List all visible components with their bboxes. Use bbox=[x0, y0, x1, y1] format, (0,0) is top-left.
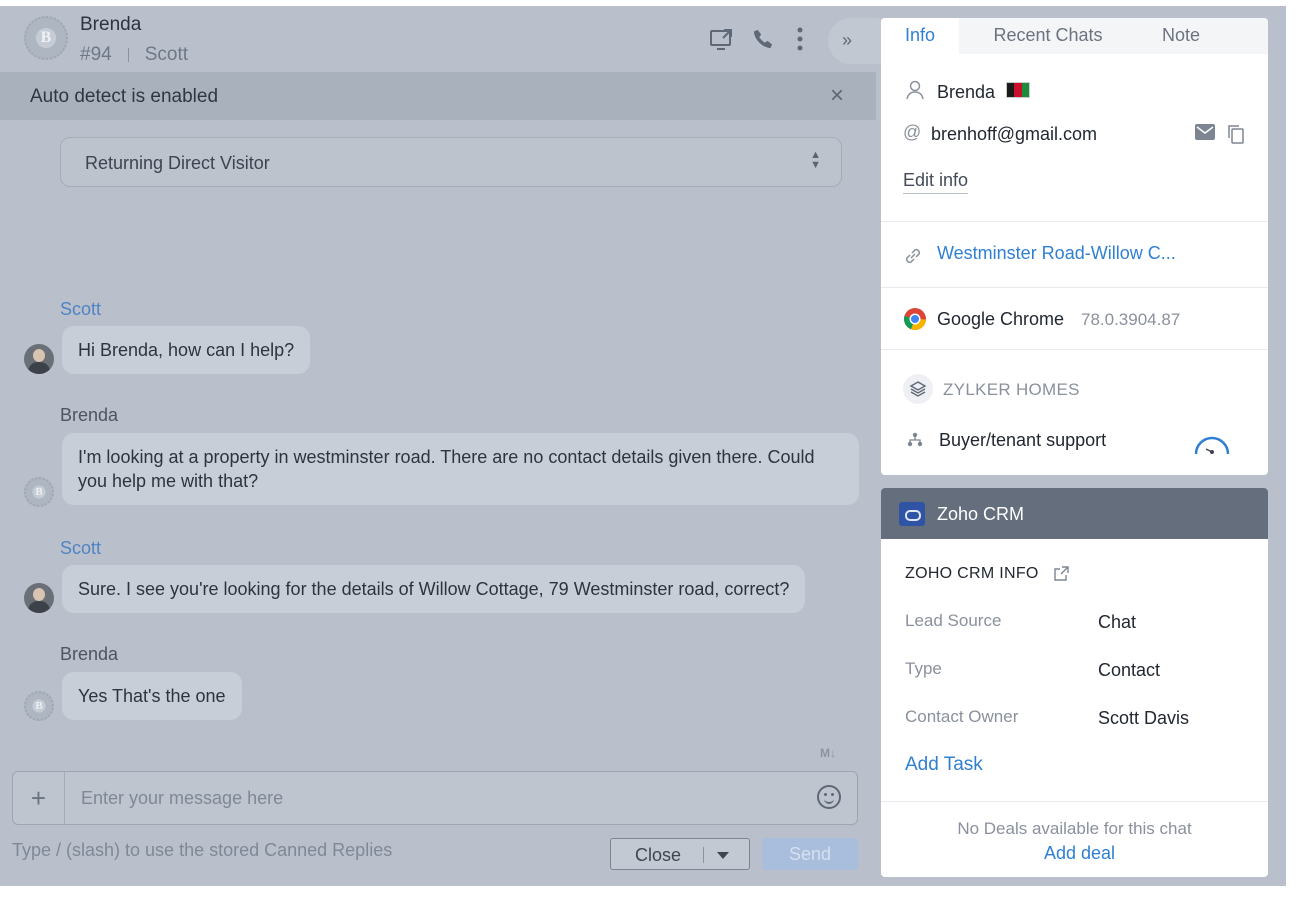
send-button[interactable]: Send bbox=[762, 838, 858, 870]
assigned-agent: Scott bbox=[144, 44, 189, 65]
divider bbox=[881, 221, 1268, 222]
message-sender: Brenda bbox=[60, 405, 119, 425]
crm-section-title: ZOHO CRM INFO bbox=[905, 565, 1039, 582]
message-bubble: Sure. I see you're looking for the detai… bbox=[62, 565, 806, 613]
link-icon bbox=[903, 246, 923, 271]
zoho-crm-panel: Zoho CRM ZOHO CRM INFO Lead Source Chat … bbox=[881, 488, 1268, 877]
message-bubble: Hi Brenda, how can I help? bbox=[62, 326, 311, 374]
field-value: Chat bbox=[1098, 612, 1137, 632]
gauge-icon bbox=[1193, 432, 1231, 461]
page-link[interactable]: Westminster Road-Willow C... bbox=[937, 243, 1176, 264]
edit-info-link[interactable]: Edit info bbox=[903, 170, 969, 194]
visitor-type-value: Returning Direct Visitor bbox=[85, 153, 270, 173]
contact-name: Brenda bbox=[937, 82, 996, 102]
add-task-link[interactable]: Add Task bbox=[905, 754, 983, 776]
zoho-crm-icon bbox=[899, 502, 925, 526]
canned-replies-hint: Type / (slash) to use the stored Canned … bbox=[12, 840, 393, 860]
visitor-info-panel: Info Recent Chats Note Brenda @ brenhoff… bbox=[881, 18, 1268, 475]
more-vertical-icon[interactable] bbox=[787, 26, 813, 52]
crm-title: Zoho CRM bbox=[937, 504, 1025, 524]
banner-text: Auto detect is enabled bbox=[30, 86, 219, 107]
chat-subtitle: #94 Scott bbox=[80, 44, 188, 66]
agent-avatar bbox=[24, 583, 54, 613]
chat-window: B Brenda #94 Scott » Auto detect is enabl… bbox=[0, 6, 1286, 886]
browser-name: Google Chrome bbox=[937, 309, 1065, 329]
divider bbox=[703, 847, 704, 863]
close-icon[interactable]: × bbox=[830, 82, 844, 110]
chat-header: B Brenda #94 Scott » bbox=[0, 6, 898, 72]
field-label: Type bbox=[905, 659, 942, 678]
visitor-name: Brenda bbox=[80, 14, 142, 35]
chrome-icon bbox=[903, 307, 927, 336]
country-flag-icon bbox=[1006, 82, 1030, 98]
message-bubble: I'm looking at a property in westminster… bbox=[62, 433, 859, 505]
tab-info[interactable]: Info bbox=[881, 18, 959, 54]
person-icon bbox=[905, 80, 925, 105]
message-sender: Scott bbox=[60, 538, 102, 558]
phone-icon[interactable] bbox=[750, 26, 776, 52]
caret-down-icon[interactable] bbox=[717, 852, 729, 859]
screen-share-icon[interactable] bbox=[709, 26, 735, 52]
tab-recent-chats[interactable]: Recent Chats bbox=[963, 18, 1133, 54]
divider bbox=[881, 801, 1268, 802]
visitor-type-select[interactable]: Returning Direct Visitor ▲ ▼ bbox=[60, 137, 842, 187]
at-icon: @ bbox=[903, 122, 922, 142]
brand-name: ZYLKER HOMES bbox=[943, 380, 1080, 399]
field-value: Contact bbox=[1098, 660, 1161, 680]
browser-version: 78.0.3904.87 bbox=[1081, 310, 1181, 329]
attach-plus-icon[interactable]: + bbox=[13, 772, 65, 824]
crm-header[interactable]: Zoho CRM bbox=[881, 488, 1268, 539]
close-label: Close bbox=[635, 845, 682, 865]
markdown-icon[interactable]: M↓ bbox=[820, 746, 836, 760]
double-chevron-right-icon: » bbox=[842, 30, 853, 50]
field-value: Scott Davis bbox=[1098, 708, 1190, 728]
layers-icon bbox=[903, 374, 933, 404]
tab-note[interactable]: Note bbox=[1137, 18, 1225, 54]
divider bbox=[881, 287, 1268, 288]
message-sender: Scott bbox=[60, 299, 102, 319]
close-chat-button[interactable]: Close bbox=[610, 838, 750, 870]
field-label: Lead Source bbox=[905, 611, 1002, 630]
emoji-icon[interactable] bbox=[817, 785, 841, 809]
select-arrows-icon: ▲ ▼ bbox=[810, 149, 821, 171]
divider bbox=[881, 349, 1268, 350]
department-name: Buyer/tenant support bbox=[939, 430, 1107, 450]
divider bbox=[127, 47, 129, 62]
message-bubble: Yes That's the one bbox=[62, 672, 242, 720]
chat-id: #94 bbox=[80, 44, 112, 65]
add-deal-link[interactable]: Add deal bbox=[881, 843, 1268, 864]
department-icon bbox=[907, 432, 923, 453]
visitor-avatar-small: B bbox=[24, 477, 54, 507]
visitor-avatar: B bbox=[24, 16, 68, 60]
no-deals-text: No Deals available for this chat bbox=[957, 819, 1192, 838]
message-input[interactable]: Enter your message here bbox=[81, 788, 283, 809]
auto-detect-banner: Auto detect is enabled × bbox=[0, 72, 876, 120]
contact-email: brenhoff@gmail.com bbox=[931, 124, 1098, 144]
field-label: Contact Owner bbox=[905, 707, 1019, 726]
mail-icon[interactable] bbox=[1195, 124, 1215, 145]
visitor-avatar-small: B bbox=[24, 691, 54, 721]
copy-icon[interactable] bbox=[1227, 124, 1245, 149]
agent-avatar bbox=[24, 344, 54, 374]
external-link-icon[interactable] bbox=[1053, 566, 1069, 587]
message-sender: Brenda bbox=[60, 644, 119, 664]
message-composer[interactable]: + Enter your message here bbox=[12, 771, 858, 825]
info-tabs: Info Recent Chats Note bbox=[881, 18, 1268, 54]
